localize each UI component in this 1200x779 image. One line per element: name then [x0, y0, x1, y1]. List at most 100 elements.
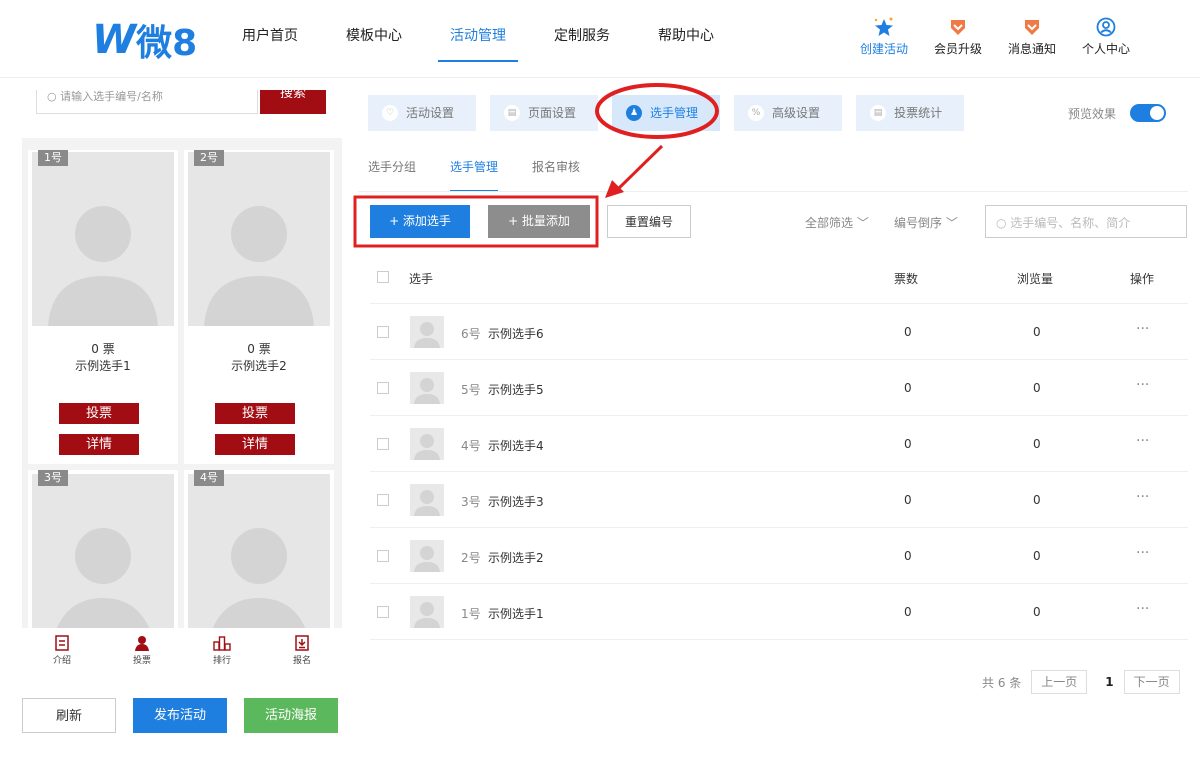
player-votes: 0	[904, 381, 912, 395]
next-page-button[interactable]: 下一页	[1123, 670, 1180, 694]
add-player-button[interactable]: + 添加选手	[370, 205, 470, 238]
row-checkbox[interactable]	[377, 326, 389, 338]
nav-help[interactable]: 帮助中心	[658, 24, 714, 60]
nav-templates[interactable]: 模板中心	[346, 24, 402, 60]
preview-search-input[interactable]: ○ 请输入选手编号/名称	[36, 90, 258, 114]
vip-badge-icon	[926, 16, 990, 38]
tab-activity-settings[interactable]: ♡ 活动设置	[368, 95, 477, 131]
row-checkbox[interactable]	[377, 382, 389, 394]
current-page[interactable]: 1	[1105, 675, 1113, 689]
more-options-icon[interactable]: ···	[1136, 489, 1149, 505]
row-checkbox[interactable]	[377, 606, 389, 618]
player-avatar	[410, 428, 444, 460]
tab-vote-stats[interactable]: ▤ 投票统计	[856, 95, 965, 131]
col-ops: 操作	[1130, 272, 1155, 286]
tab-vote-label: 投票	[132, 656, 151, 666]
signup-icon	[262, 633, 342, 653]
prev-page-button[interactable]: 上一页	[1031, 670, 1088, 694]
tab-page-settings-label: 页面设置	[528, 106, 577, 120]
preview-effect-toggle[interactable]	[1130, 104, 1167, 122]
player-avatar	[410, 484, 444, 516]
player-photo	[188, 152, 330, 326]
user-center-button[interactable]: 个人中心	[1074, 16, 1138, 57]
filter-all-dropdown[interactable]: 全部筛选 ﹀	[805, 214, 869, 231]
player-card[interactable]: 1号 0 票 示例选手1 投票 详情	[28, 150, 178, 464]
tab-rank[interactable]: 排行	[182, 628, 262, 678]
table-row[interactable]: 5号 示例选手5 0 0 ···	[370, 360, 1188, 416]
table-row[interactable]: 4号 示例选手4 0 0 ···	[370, 416, 1188, 472]
more-options-icon[interactable]: ···	[1136, 377, 1149, 393]
player-votes: 0	[904, 325, 912, 339]
row-checkbox[interactable]	[377, 438, 389, 450]
player-number-badge: 2号	[194, 150, 224, 166]
player-name: 示例选手4	[488, 439, 544, 453]
player-views: 0	[1033, 605, 1041, 619]
top-nav: W 微8 用户首页 模板中心 活动管理 定制服务 帮助中心 创建活动 会员升级 …	[0, 0, 1200, 78]
player-votes: 0	[904, 605, 912, 619]
player-views: 0	[1033, 493, 1041, 507]
nav-home[interactable]: 用户首页	[242, 24, 298, 60]
refresh-button[interactable]: 刷新	[22, 698, 116, 733]
tab-signup[interactable]: 报名	[262, 628, 342, 678]
preview-search-button[interactable]: 搜索	[260, 90, 326, 114]
col-views: 浏览量	[1017, 272, 1054, 286]
col-votes: 票数	[894, 272, 919, 286]
tab-advanced-settings-label: 高级设置	[772, 106, 821, 120]
tab-intro[interactable]: 介绍	[22, 628, 102, 678]
nav-activity-manage[interactable]: 活动管理	[438, 24, 518, 62]
create-activity-label: 创建活动	[859, 42, 908, 56]
reset-numbers-button[interactable]: 重置编号	[607, 205, 691, 238]
sort-dropdown[interactable]: 编号倒序 ﹀	[894, 214, 958, 231]
subtab-player-management[interactable]: 选手管理	[450, 158, 499, 192]
tab-vote-stats-label: 投票统计	[894, 106, 943, 120]
player-toolbar: + 添加选手 + 批量添加 重置编号 全部筛选 ﹀ 编号倒序 ﹀ ○ 选手编号、…	[370, 205, 1188, 239]
table-row[interactable]: 2号 示例选手2 0 0 ···	[370, 528, 1188, 584]
subtab-signup-review[interactable]: 报名审核	[532, 158, 580, 192]
detail-button[interactable]: 详情	[59, 434, 139, 455]
nav-custom-service[interactable]: 定制服务	[554, 24, 610, 60]
more-options-icon[interactable]: ···	[1136, 545, 1149, 561]
col-player: 选手	[409, 272, 434, 286]
activity-poster-button[interactable]: 活动海报	[244, 698, 338, 733]
tab-vote[interactable]: 投票	[102, 628, 182, 678]
player-number-badge: 1号	[38, 150, 68, 166]
player-card[interactable]: 2号 0 票 示例选手2 投票 详情	[184, 150, 334, 464]
more-options-icon[interactable]: ···	[1136, 601, 1149, 617]
more-options-icon[interactable]: ···	[1136, 321, 1149, 337]
avatar-placeholder-icon	[204, 206, 314, 326]
create-activity-button[interactable]: 创建活动	[852, 16, 916, 57]
preview-actions: 刷新 发布活动 活动海报	[22, 698, 355, 733]
pager-total: 共 6 条	[982, 675, 1022, 690]
tab-page-settings[interactable]: ▤ 页面设置	[490, 95, 599, 131]
select-all-checkbox[interactable]	[377, 271, 389, 283]
vote-button[interactable]: 投票	[59, 403, 139, 424]
subtab-groups[interactable]: 选手分组	[368, 158, 416, 192]
star-sparkle-icon	[852, 16, 916, 38]
player-search-input[interactable]: ○ 选手编号、名称、简介	[985, 205, 1187, 238]
vote-button[interactable]: 投票	[215, 403, 295, 424]
notifications-button[interactable]: 消息通知	[1000, 16, 1064, 57]
user-circle-icon	[1074, 16, 1138, 38]
player-photo	[32, 152, 174, 326]
vip-upgrade-button[interactable]: 会员升级	[926, 16, 990, 57]
tab-activity-settings-label: 活动设置	[406, 106, 455, 120]
document-icon	[22, 633, 102, 653]
podium-icon	[182, 633, 262, 653]
tab-player-management[interactable]: ♟ 选手管理	[612, 95, 721, 131]
publish-activity-button[interactable]: 发布活动	[133, 698, 227, 733]
player-views: 0	[1033, 381, 1041, 395]
player-number-badge: 3号	[38, 470, 68, 486]
batch-add-button[interactable]: + 批量添加	[488, 205, 590, 238]
tab-advanced-settings[interactable]: % 高级设置	[734, 95, 843, 131]
more-options-icon[interactable]: ···	[1136, 433, 1149, 449]
table-row[interactable]: 1号 示例选手1 0 0 ···	[370, 584, 1188, 640]
table-row[interactable]: 6号 示例选手6 0 0 ···	[370, 304, 1188, 360]
row-checkbox[interactable]	[377, 550, 389, 562]
row-checkbox[interactable]	[377, 494, 389, 506]
logo[interactable]: W 微8	[92, 17, 197, 64]
table-row[interactable]: 3号 示例选手3 0 0 ···	[370, 472, 1188, 528]
player-icon: ♟	[626, 105, 643, 121]
detail-button[interactable]: 详情	[215, 434, 295, 455]
mobile-preview: ○ 请输入选手编号/名称 搜索 1号 0 票 示例选手1 投票 详情 2号 0 …	[22, 90, 342, 678]
tab-signup-label: 报名	[292, 656, 311, 666]
